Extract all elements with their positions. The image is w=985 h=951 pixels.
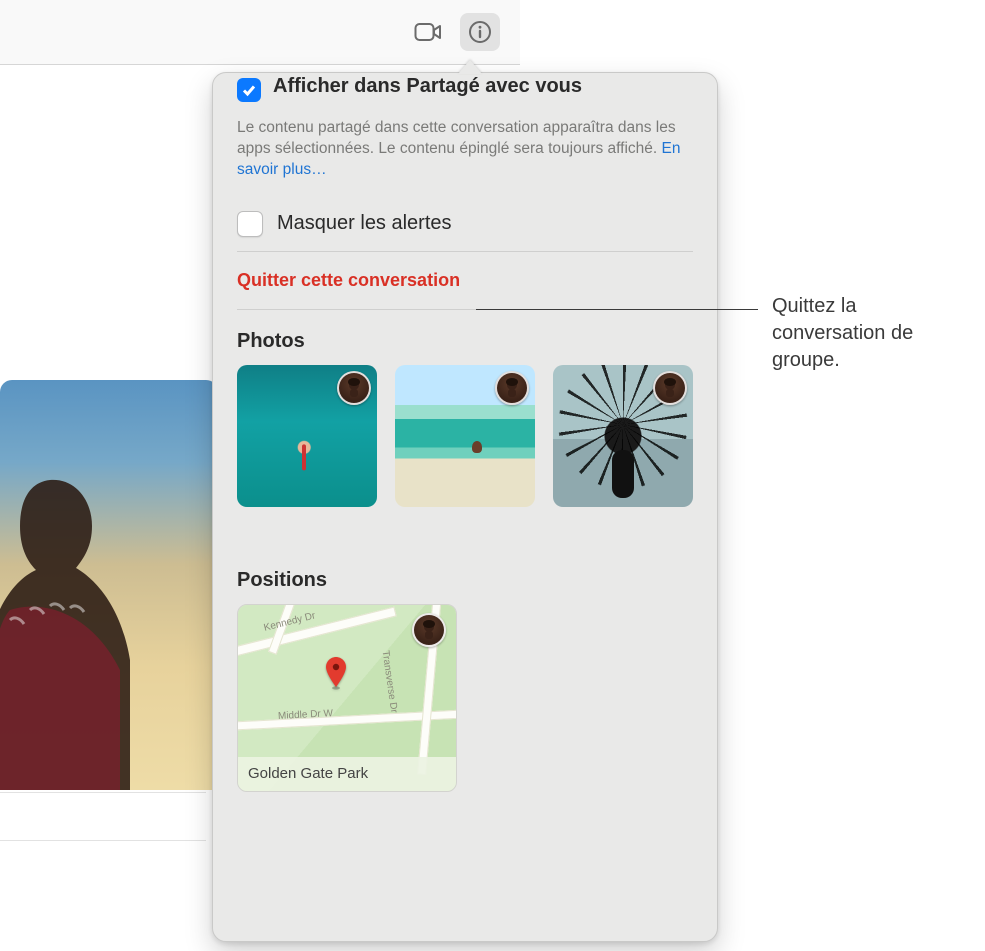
show-in-shared-with-you-toggle[interactable]: Afficher dans Partagé avec vous: [213, 81, 717, 112]
checkbox-checked-icon: [237, 78, 261, 102]
leave-conversation-label: Quitter cette conversation: [237, 270, 460, 290]
photos-section-title: Photos: [213, 310, 717, 365]
map-pin-icon: [326, 657, 346, 691]
divider: [0, 840, 206, 841]
toolbar: [0, 0, 520, 65]
memoji-avatar-icon: [412, 613, 446, 647]
info-icon: [468, 20, 492, 44]
facetime-video-button[interactable]: [408, 13, 448, 51]
video-icon: [414, 22, 442, 42]
person-silhouette: [0, 460, 160, 790]
helper-text-body: Le contenu partagé dans cette conversati…: [237, 119, 676, 157]
photo-thumbnail[interactable]: [553, 365, 693, 507]
location-name-label: Golden Gate Park: [238, 757, 456, 791]
hide-alerts-label: Masquer les alertes: [277, 212, 452, 235]
divider: [0, 792, 206, 793]
hide-alerts-toggle[interactable]: Masquer les alertes: [213, 197, 717, 251]
location-thumbnail[interactable]: Kennedy Dr Middle Dr W Transverse Dr Gol…: [237, 604, 457, 792]
leave-conversation-button[interactable]: Quitter cette conversation: [213, 252, 717, 309]
photo-thumbnail[interactable]: [395, 365, 535, 507]
shared-with-you-helper-text: Le contenu partagé dans cette conversati…: [213, 112, 717, 197]
callout-text: Quittez la conversation de groupe.: [772, 293, 972, 374]
show-in-shared-label: Afficher dans Partagé avec vous: [273, 75, 582, 98]
info-button[interactable]: [460, 13, 500, 51]
photo-thumbnail[interactable]: [237, 365, 377, 507]
memoji-avatar-icon: [337, 371, 371, 405]
popover-pointer: [458, 60, 482, 74]
callout-leader-line: [476, 309, 758, 310]
map-road-label: Transverse Dr: [380, 650, 400, 714]
memoji-avatar-icon: [653, 371, 687, 405]
photos-grid: [213, 365, 717, 507]
positions-section-title: Positions: [213, 549, 717, 604]
memoji-avatar-icon: [495, 371, 529, 405]
conversation-info-popover: Afficher dans Partagé avec vous Le conte…: [212, 72, 718, 942]
checkbox-unchecked-icon: [237, 211, 263, 237]
conversation-background-image: [0, 380, 218, 790]
